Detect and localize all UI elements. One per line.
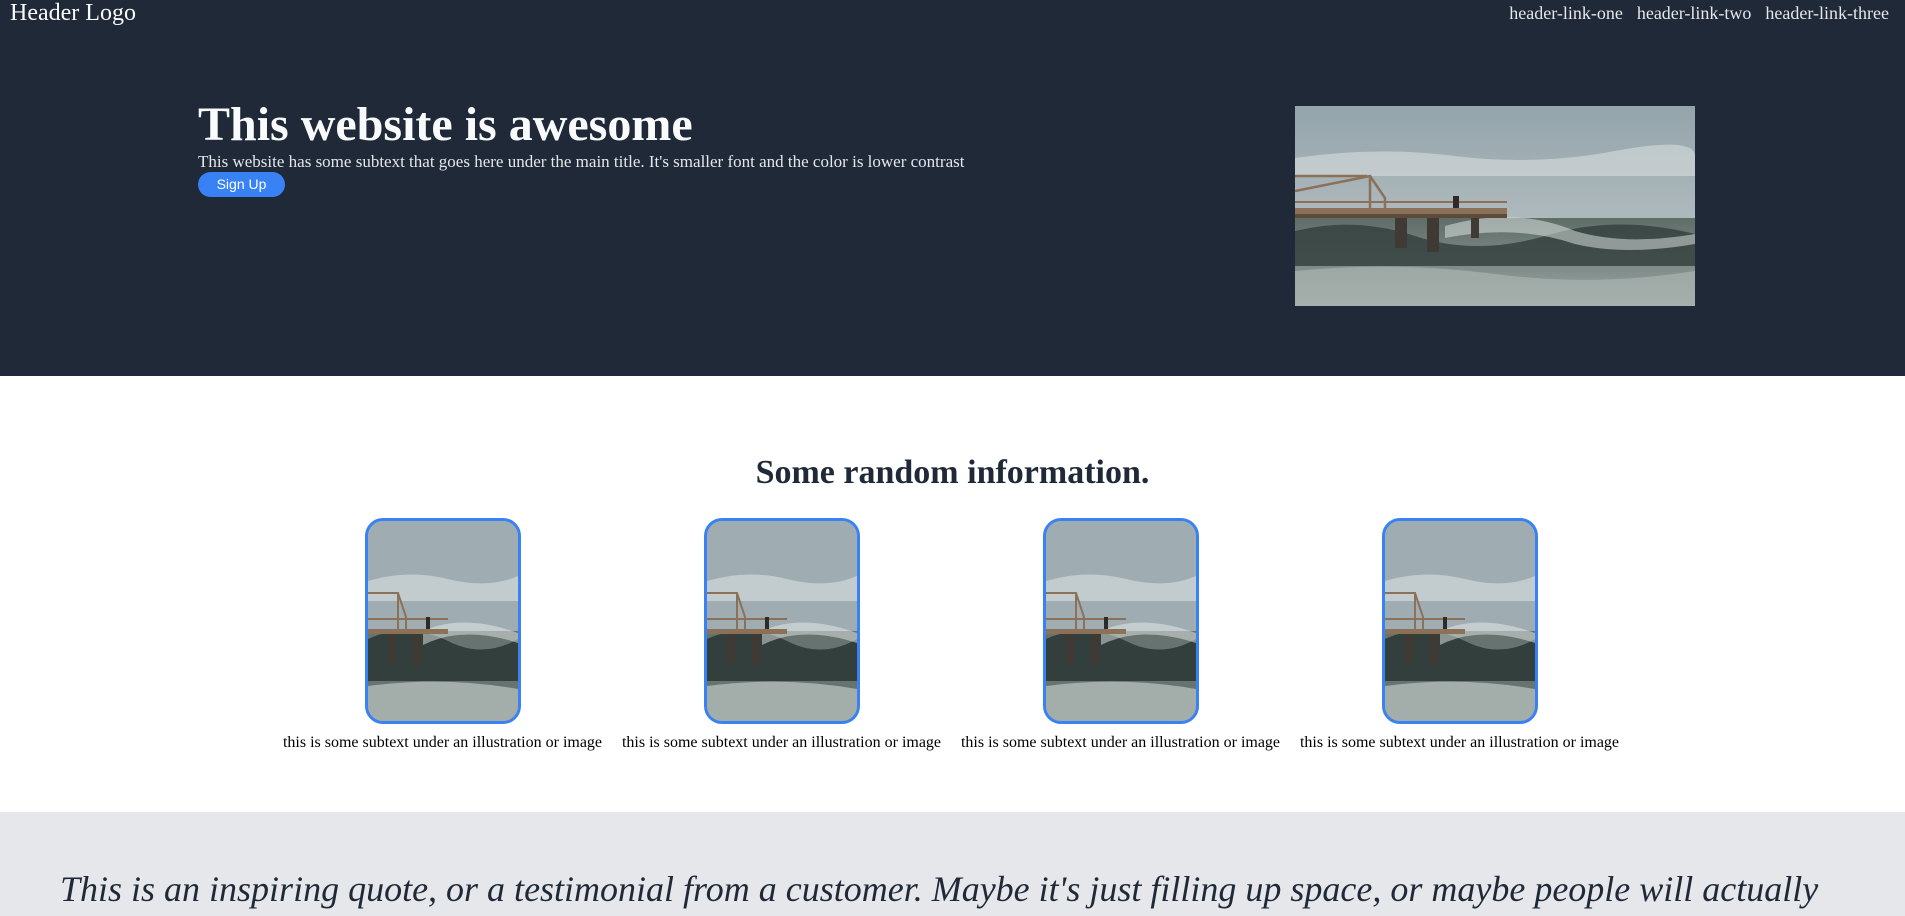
card-image <box>703 518 860 724</box>
card-caption: this is some subtext under an illustrati… <box>960 734 1281 751</box>
page: Header Logo header-link-one header-link-… <box>0 0 1905 916</box>
quote-section: This is an inspiring quote, or a testimo… <box>0 812 1905 916</box>
sign-up-button[interactable]: Sign Up <box>198 172 285 197</box>
hero-section: Header Logo header-link-one header-link-… <box>0 0 1905 376</box>
info-card: this is some subtext under an illustrati… <box>1290 518 1629 752</box>
info-card: this is some subtext under an illustrati… <box>273 518 612 752</box>
header-nav: header-link-one header-link-two header-l… <box>1509 3 1889 23</box>
pier-photo-image <box>706 521 857 721</box>
header-link-one[interactable]: header-link-one <box>1509 3 1623 23</box>
hero-subtitle: This website has some subtext that goes … <box>198 152 965 171</box>
header-link-two[interactable]: header-link-two <box>1637 3 1752 23</box>
card-caption: this is some subtext under an illustrati… <box>621 734 942 751</box>
card-caption: this is some subtext under an illustrati… <box>282 734 603 751</box>
pier-photo-image <box>367 521 518 721</box>
pier-photo-image <box>1384 521 1535 721</box>
info-card: this is some subtext under an illustrati… <box>951 518 1290 752</box>
hero-pier-image <box>1295 106 1695 306</box>
header-logo[interactable]: Header Logo <box>10 0 136 26</box>
info-section-title: Some random information. <box>755 454 1150 491</box>
card-image <box>1381 518 1538 724</box>
info-card: this is some subtext under an illustrati… <box>612 518 951 752</box>
pier-photo-image <box>1045 521 1196 721</box>
card-image <box>364 518 521 724</box>
hero-title: This website is awesome <box>198 98 693 151</box>
testimonial-quote: This is an inspiring quote, or a testimo… <box>60 869 1819 909</box>
card-caption: this is some subtext under an illustrati… <box>1299 734 1620 751</box>
card-image <box>1042 518 1199 724</box>
header-link-three[interactable]: header-link-three <box>1765 3 1889 23</box>
